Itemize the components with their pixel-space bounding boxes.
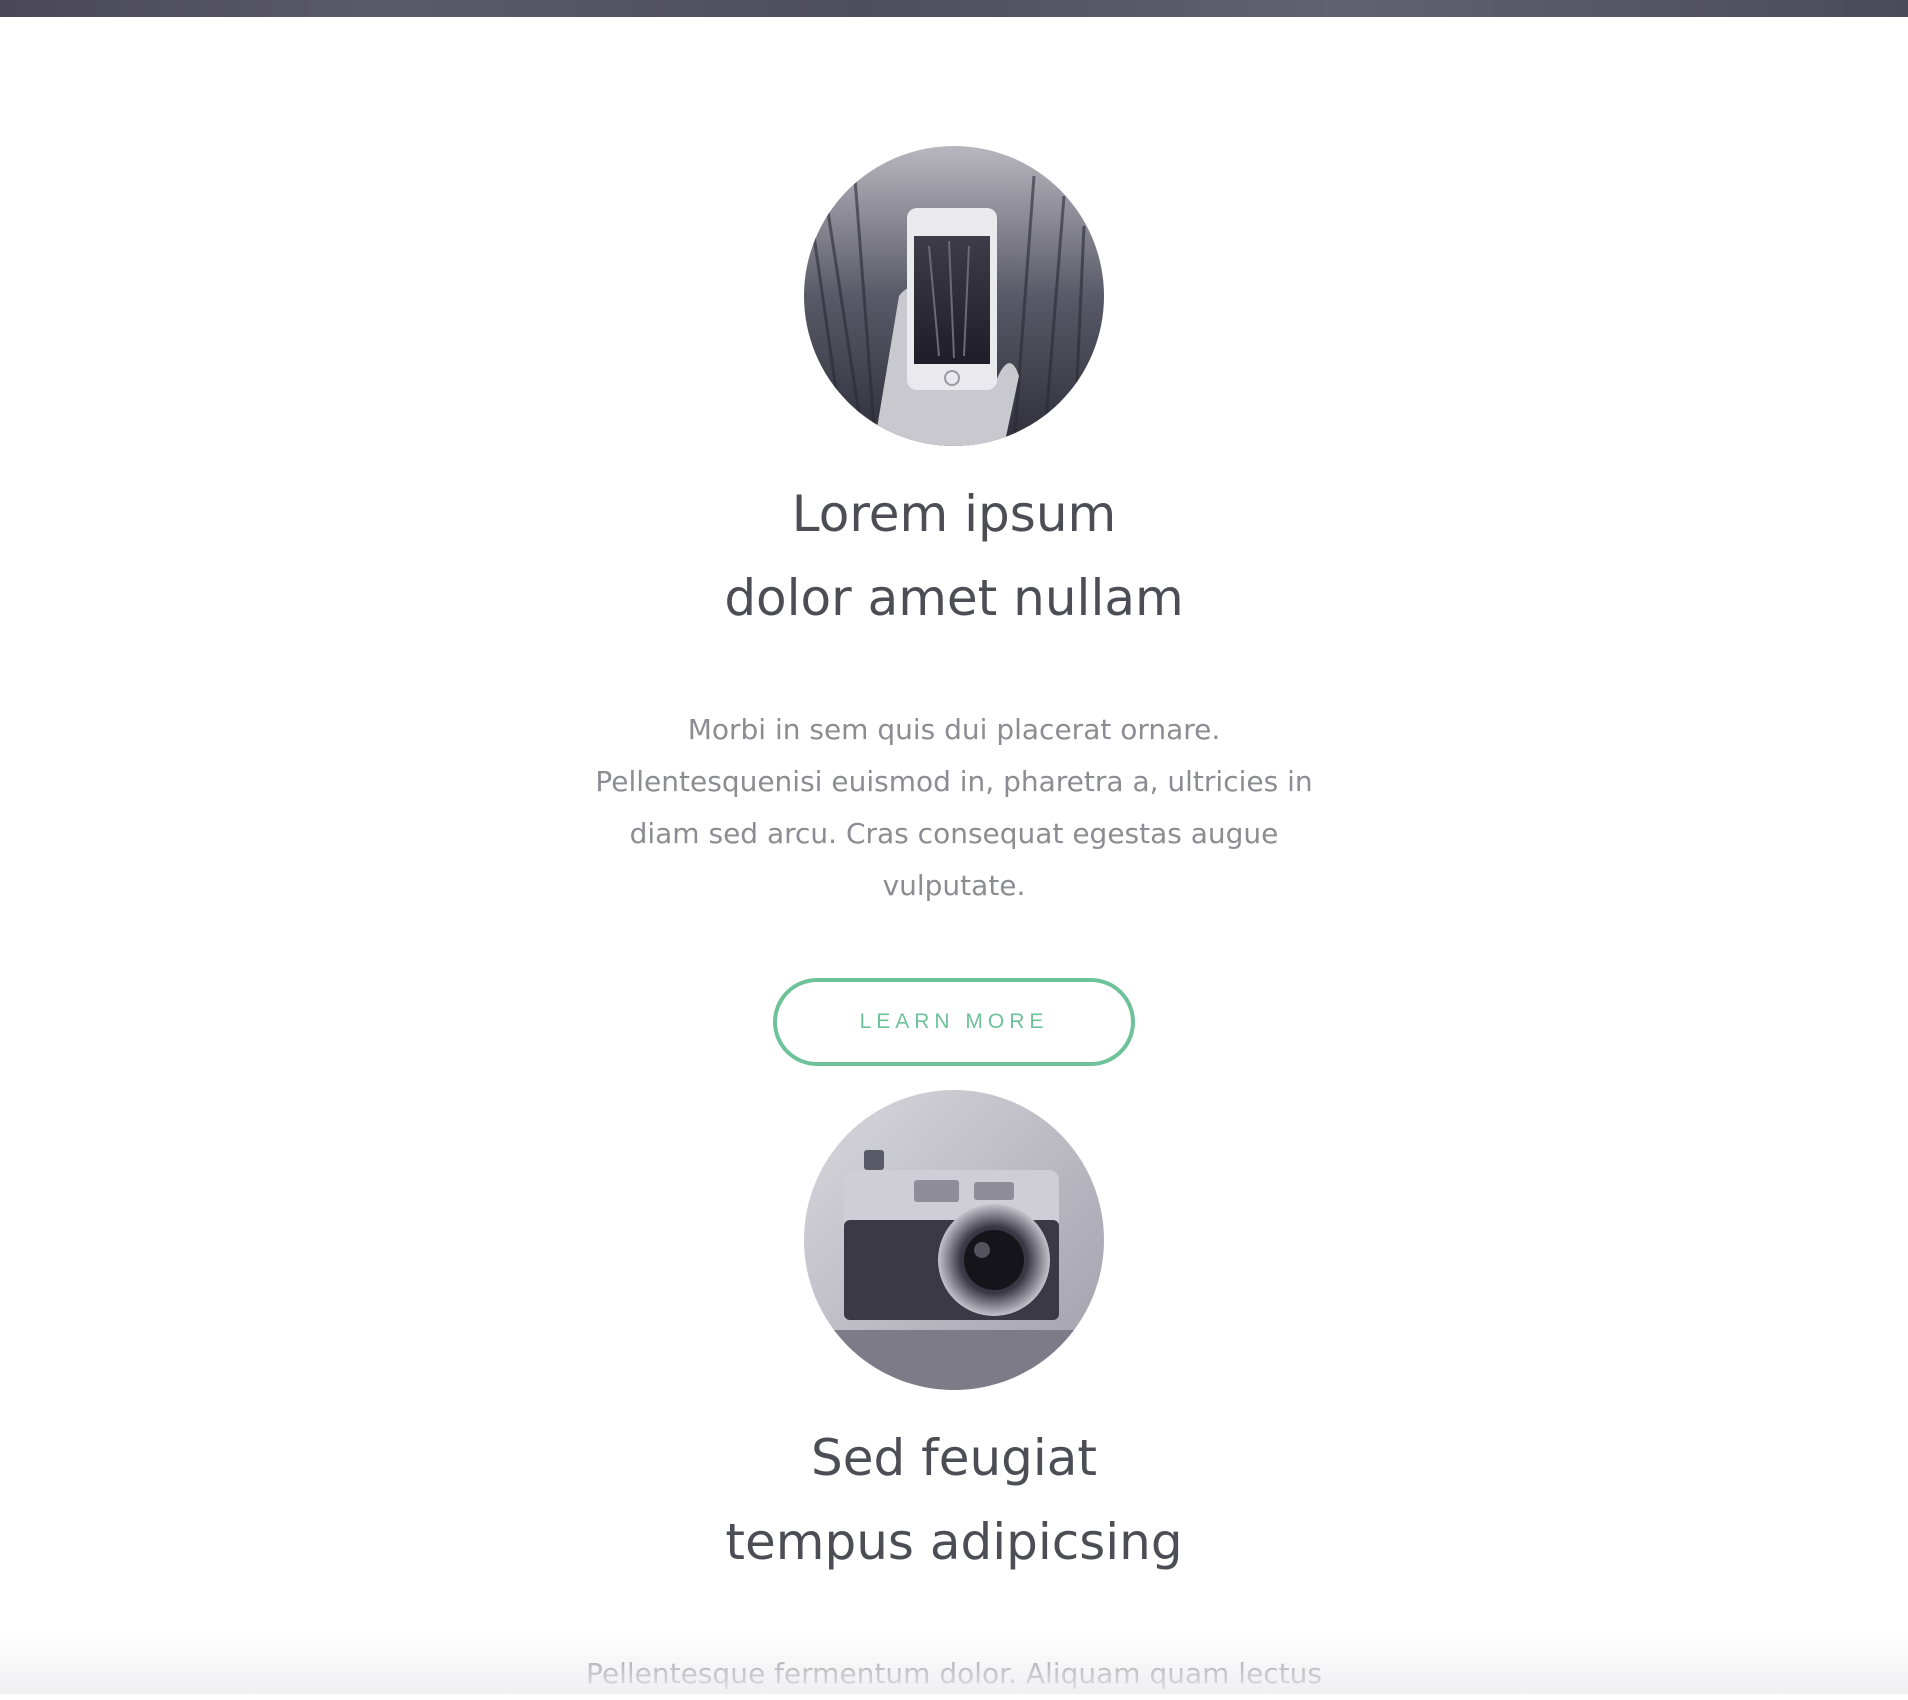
feature-title-line-1: Lorem ipsum (791, 485, 1117, 543)
feature-title-line-2: dolor amet nullam (724, 569, 1184, 627)
learn-more-button[interactable]: Learn More (773, 978, 1135, 1066)
feature-title: Lorem ipsum dolor amet nullam (0, 472, 1908, 640)
feature-title-line-1: Sed feugiat (810, 1429, 1098, 1487)
feature-title: Sed feugiat tempus adipicsing (0, 1416, 1908, 1584)
feature-title-line-2: tempus adipicsing (725, 1513, 1183, 1571)
feature-description: Pellentesque fermentum dolor. Aliquam qu… (585, 1657, 1323, 1690)
feature-block-1: Lorem ipsum dolor amet nullam Morbi in s… (0, 146, 1908, 1066)
header-image-strip (0, 0, 1908, 17)
feature-image-phone (804, 146, 1104, 446)
feature-description: Morbi in sem quis dui placerat ornare. P… (595, 713, 1313, 902)
feature-image-camera (804, 1090, 1104, 1390)
features-section: Lorem ipsum dolor amet nullam Morbi in s… (0, 17, 1908, 1694)
feature-block-2: Sed feugiat tempus adipicsing Pellentesq… (0, 1090, 1908, 1700)
